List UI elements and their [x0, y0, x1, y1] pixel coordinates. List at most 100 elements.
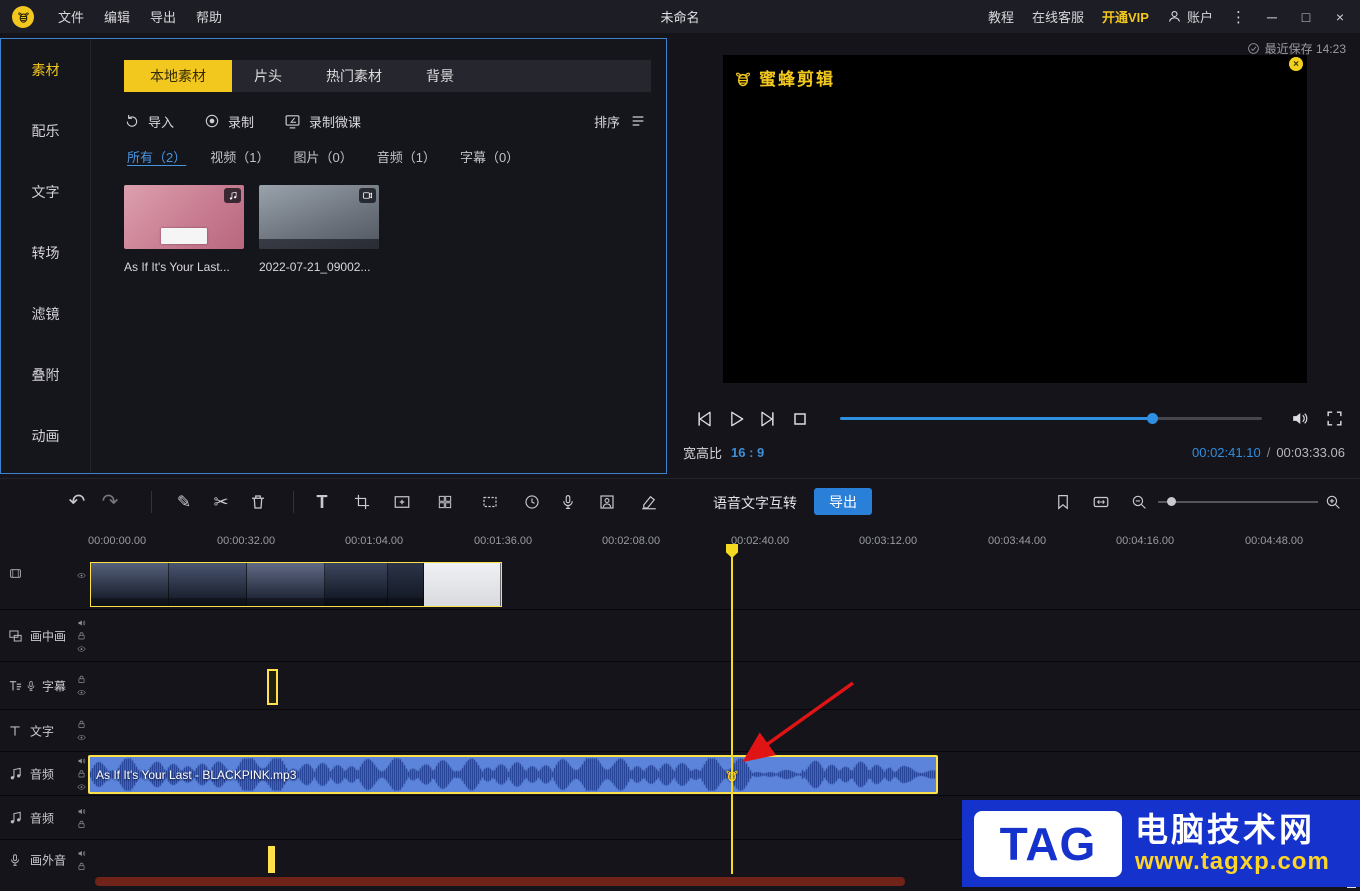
- lock-icon[interactable]: [77, 820, 86, 829]
- speech-text-convert-button[interactable]: 语音文字互转: [713, 493, 797, 513]
- filter-audio[interactable]: 音频（1）: [377, 147, 436, 166]
- filter-image[interactable]: 图片（0）: [293, 147, 352, 166]
- watermark-close-button[interactable]: ×: [1289, 57, 1303, 71]
- sidebar-item-material[interactable]: 素材: [1, 39, 90, 100]
- eye-icon[interactable]: [77, 571, 86, 580]
- sidebar-item-overlay[interactable]: 叠附: [1, 344, 90, 405]
- more-menu-icon[interactable]: ⋮: [1231, 8, 1246, 26]
- timeline-horizontal-scrollbar[interactable]: [95, 877, 905, 886]
- track-mini-controls: [77, 756, 86, 791]
- text-tool-icon[interactable]: T: [317, 493, 328, 511]
- video-thumbnail[interactable]: [259, 185, 379, 249]
- track-label: 音频: [30, 809, 54, 826]
- time-separator: /: [1267, 445, 1271, 460]
- voiceover-clip[interactable]: [268, 846, 275, 873]
- track-pip: 画中画: [0, 610, 1360, 662]
- material-item-name: 2022-07-21_09002...: [259, 260, 379, 274]
- split-scissors-icon[interactable]: ✂: [213, 493, 228, 511]
- vip-button[interactable]: 开通VIP: [1102, 7, 1149, 26]
- material-item-audio[interactable]: As If It's Your Last...: [124, 185, 244, 274]
- volume-icon[interactable]: [1290, 409, 1309, 428]
- menu-export[interactable]: 导出: [150, 7, 176, 26]
- fullscreen-icon[interactable]: [1325, 409, 1344, 428]
- sidebar-item-filter[interactable]: 滤镜: [1, 283, 90, 344]
- stop-button[interactable]: [790, 409, 810, 429]
- audio-clip-selected[interactable]: As If It's Your Last - BLACKPINK.mp3: [88, 755, 938, 794]
- support-link[interactable]: 在线客服: [1032, 7, 1084, 26]
- maximize-button[interactable]: □: [1298, 9, 1314, 25]
- lock-icon[interactable]: [77, 675, 86, 684]
- record-lesson-button[interactable]: 录制微课: [284, 112, 361, 131]
- eye-icon[interactable]: [77, 688, 86, 697]
- filter-video[interactable]: 视频（1）: [210, 147, 269, 166]
- minimize-button[interactable]: ─: [1264, 9, 1280, 25]
- ink-brush-icon[interactable]: [640, 493, 658, 511]
- play-button[interactable]: [726, 409, 746, 429]
- speaker-icon[interactable]: [77, 807, 86, 816]
- audio-thumbnail[interactable]: [124, 185, 244, 249]
- account-button[interactable]: 账户: [1167, 7, 1213, 26]
- lock-icon[interactable]: [77, 720, 86, 729]
- subtitle-clip[interactable]: [267, 669, 278, 705]
- split-bee-marker-icon[interactable]: [724, 767, 740, 783]
- mosaic-icon[interactable]: [437, 493, 454, 510]
- playback-progress-slider[interactable]: [840, 417, 1262, 420]
- redo-icon[interactable]: ↷: [102, 492, 119, 512]
- sidebar-item-transition[interactable]: 转场: [1, 222, 90, 283]
- lock-icon[interactable]: [77, 862, 86, 871]
- subtitle-text-icon: [8, 678, 23, 693]
- selection-marquee-icon[interactable]: [481, 493, 499, 511]
- eye-icon[interactable]: [77, 782, 86, 791]
- edit-pencil-icon[interactable]: ✎: [177, 493, 191, 510]
- duration-clock-icon[interactable]: [524, 493, 541, 510]
- lock-icon[interactable]: [77, 631, 86, 640]
- speaker-icon[interactable]: [77, 618, 86, 627]
- eye-icon[interactable]: [77, 733, 86, 742]
- sidebar-item-music[interactable]: 配乐: [1, 100, 90, 161]
- tab-local-material[interactable]: 本地素材: [124, 60, 232, 92]
- video-clip[interactable]: [90, 562, 502, 607]
- menu-file[interactable]: 文件: [58, 7, 84, 26]
- eye-icon[interactable]: [77, 644, 86, 653]
- zoom-in-icon[interactable]: [1325, 493, 1342, 510]
- previous-frame-button[interactable]: [695, 409, 715, 429]
- sidebar-item-text[interactable]: 文字: [1, 161, 90, 222]
- next-frame-button[interactable]: [757, 409, 777, 429]
- material-item-video[interactable]: 2022-07-21_09002...: [259, 185, 379, 274]
- close-button[interactable]: ×: [1332, 9, 1348, 25]
- record-button[interactable]: 录制: [204, 112, 254, 131]
- voiceover-mic-icon[interactable]: [560, 493, 577, 510]
- fit-timeline-icon[interactable]: [1092, 493, 1110, 511]
- filter-all[interactable]: 所有（2）: [127, 147, 186, 166]
- aspect-ratio-value[interactable]: 16 : 9: [731, 445, 764, 460]
- delete-trash-icon[interactable]: [249, 493, 267, 511]
- tab-background[interactable]: 背景: [404, 60, 476, 92]
- tab-hot-material[interactable]: 热门素材: [304, 60, 404, 92]
- speaker-icon[interactable]: [77, 849, 86, 858]
- timeline-ruler[interactable]: 00:00:00.00 00:00:32.00 00:01:04.00 00:0…: [0, 527, 1360, 557]
- menu-edit[interactable]: 编辑: [104, 7, 130, 26]
- window-title: 未命名: [660, 7, 699, 26]
- crop-icon[interactable]: [354, 493, 371, 510]
- zoom-knob[interactable]: [1167, 497, 1176, 506]
- menu-help[interactable]: 帮助: [196, 7, 222, 26]
- undo-icon[interactable]: ↶: [69, 492, 86, 512]
- sort-button[interactable]: 排序: [594, 112, 646, 131]
- progress-knob[interactable]: [1147, 413, 1158, 424]
- tab-intro[interactable]: 片头: [232, 60, 304, 92]
- record-label: 录制: [228, 112, 254, 131]
- lock-icon[interactable]: [77, 769, 86, 778]
- timeline-zoom-slider[interactable]: [1158, 501, 1318, 503]
- zoom-out-icon[interactable]: [1131, 493, 1148, 510]
- import-button[interactable]: 导入: [124, 112, 174, 131]
- material-tabs: 本地素材 片头 热门素材 背景: [124, 60, 651, 92]
- portrait-cutout-icon[interactable]: [598, 493, 616, 511]
- filter-subtitle[interactable]: 字幕（0）: [460, 147, 519, 166]
- export-button[interactable]: 导出: [814, 488, 872, 515]
- tutorial-link[interactable]: 教程: [988, 7, 1014, 26]
- sidebar-item-animation[interactable]: 动画: [1, 405, 90, 466]
- add-frame-icon[interactable]: [393, 493, 411, 511]
- marker-tag-icon[interactable]: [1055, 493, 1072, 510]
- material-content: 本地素材 片头 热门素材 背景 导入 录制 录制微课: [91, 39, 666, 473]
- speaker-icon[interactable]: [77, 756, 86, 765]
